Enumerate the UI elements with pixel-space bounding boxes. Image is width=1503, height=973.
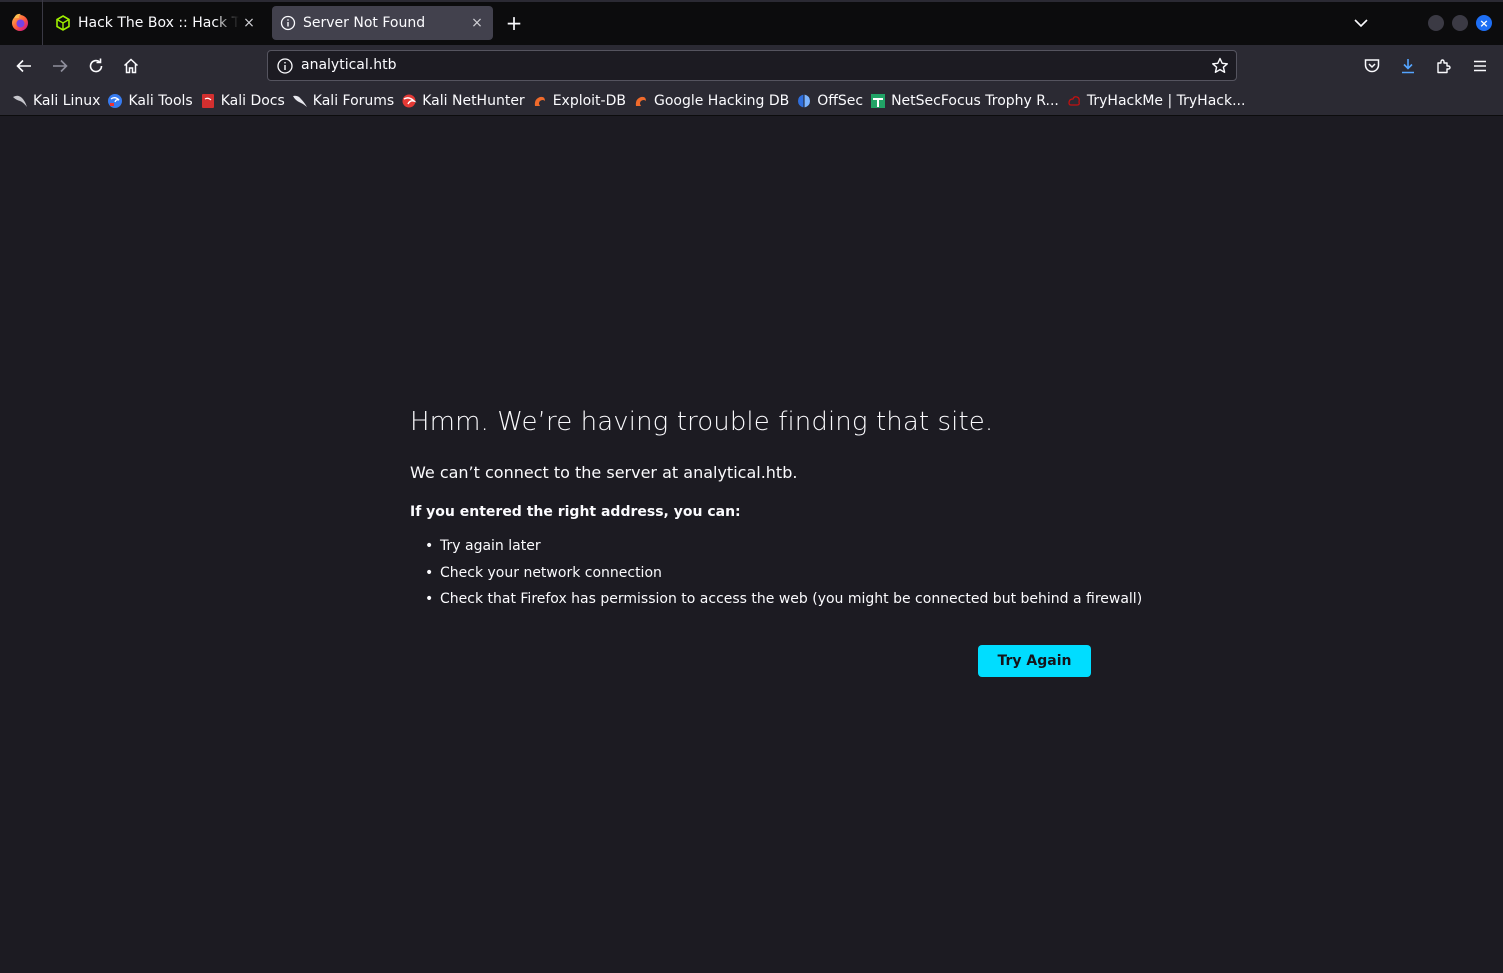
arrow-left-icon — [16, 59, 31, 73]
close-window-button[interactable]: × — [1476, 15, 1492, 31]
bookmark-label: Kali NetHunter — [422, 92, 525, 109]
reload-button[interactable] — [84, 54, 108, 78]
bookmark-netsecfocus[interactable]: NetSecFocus Trophy R... — [868, 89, 1064, 113]
bookmark-tryhackme[interactable]: TryHackMe | TryHack... — [1064, 89, 1251, 113]
netsecfocus-icon — [871, 93, 886, 108]
bookmark-kali-forums[interactable]: Kali Forums — [290, 89, 399, 113]
forward-button[interactable] — [48, 54, 72, 78]
extensions-button[interactable] — [1432, 54, 1456, 78]
bookmark-kali-nethunter[interactable]: Kali NetHunter — [399, 89, 529, 113]
error-subtitle: If you entered the right address, you ca… — [410, 504, 741, 520]
tab-title: Hack The Box :: Hack The Box — [78, 15, 239, 31]
new-tab-button[interactable]: + — [503, 11, 525, 35]
close-tab-icon[interactable]: × — [239, 13, 259, 33]
kali-tools-icon — [108, 93, 123, 108]
nethunter-icon — [402, 94, 417, 107]
chevron-down-icon[interactable] — [1350, 12, 1372, 34]
bookmark-label: Kali Forums — [312, 92, 395, 109]
pocket-icon — [1364, 59, 1380, 73]
navigation-toolbar: analytical.htb — [0, 45, 1503, 86]
home-icon — [123, 58, 139, 74]
back-button[interactable] — [12, 54, 36, 78]
downloads-button[interactable] — [1396, 54, 1420, 78]
bookmark-label: OffSec — [817, 92, 864, 109]
bookmark-kali-linux[interactable]: Kali Linux — [10, 89, 105, 113]
bookmark-label: Kali Docs — [220, 92, 285, 109]
page-content: Hmm. We’re having trouble finding that s… — [0, 117, 1503, 973]
bookmark-exploit-db[interactable]: Exploit-DB — [530, 89, 631, 113]
close-tab-icon[interactable]: × — [467, 13, 487, 33]
tab-strip: Hack The Box :: Hack The Box × Server No… — [0, 0, 1503, 45]
bookmark-label: Kali Linux — [33, 92, 101, 109]
minimize-window-button[interactable] — [1428, 15, 1444, 31]
hamburger-menu-icon — [1474, 60, 1486, 72]
tab-title: Server Not Found — [303, 15, 426, 31]
puzzle-piece-icon — [1437, 59, 1451, 74]
arrow-right-icon — [53, 59, 68, 73]
hackthebox-cube-icon — [56, 15, 70, 31]
ghdb-icon — [635, 96, 646, 106]
try-again-button[interactable]: Try Again — [978, 645, 1091, 677]
url-input[interactable]: analytical.htb — [301, 57, 396, 73]
bookmark-kali-docs[interactable]: Kali Docs — [198, 89, 290, 113]
bookmark-label: TryHackMe | TryHack... — [1086, 92, 1246, 109]
bookmark-label: Google Hacking DB — [653, 92, 790, 109]
exploit-db-icon — [534, 96, 545, 106]
suggestion-list: Try again later Check your network conne… — [410, 536, 1142, 616]
tab-hackthebox[interactable]: Hack The Box :: Hack The Box × — [47, 6, 265, 40]
kali-dragon-icon — [13, 95, 27, 107]
site-info-icon[interactable] — [276, 57, 294, 75]
tab-separator — [42, 0, 43, 45]
tab-server-not-found[interactable]: Server Not Found × — [272, 6, 493, 40]
offsec-icon — [798, 93, 811, 108]
bookmark-label: NetSecFocus Trophy R... — [891, 92, 1059, 109]
tryhackme-icon — [1068, 95, 1080, 106]
url-bar[interactable]: analytical.htb — [267, 50, 1237, 81]
info-icon — [280, 15, 296, 31]
error-container: Hmm. We’re having trouble finding that s… — [410, 407, 1142, 677]
kali-forums-icon — [292, 95, 307, 107]
star-bookmark-icon[interactable] — [1210, 56, 1230, 76]
bookmark-label: Exploit-DB — [552, 92, 626, 109]
home-button[interactable] — [119, 54, 143, 78]
firefox-logo-icon[interactable] — [9, 11, 31, 33]
bookmarks-toolbar: Kali Linux Kali Tools Kali Docs Kali For… — [0, 86, 1503, 116]
error-title: Hmm. We’re having trouble finding that s… — [410, 407, 994, 437]
pocket-button[interactable] — [1360, 54, 1384, 78]
error-description: We can’t connect to the server at analyt… — [410, 463, 798, 482]
list-item: Check your network connection — [410, 563, 1110, 590]
list-item: Check that Firefox has permission to acc… — [410, 589, 1142, 616]
download-icon — [1402, 59, 1414, 74]
kali-docs-icon — [201, 93, 214, 108]
reload-icon — [89, 58, 103, 73]
maximize-window-button[interactable] — [1452, 15, 1468, 31]
app-menu-button[interactable] — [1468, 54, 1492, 78]
bookmark-label: Kali Tools — [128, 92, 193, 109]
bookmark-kali-tools[interactable]: Kali Tools — [105, 89, 197, 113]
bookmark-offsec[interactable]: OffSec — [794, 89, 868, 113]
bookmark-google-hacking-db[interactable]: Google Hacking DB — [631, 89, 794, 113]
list-item: Try again later — [410, 536, 1110, 563]
